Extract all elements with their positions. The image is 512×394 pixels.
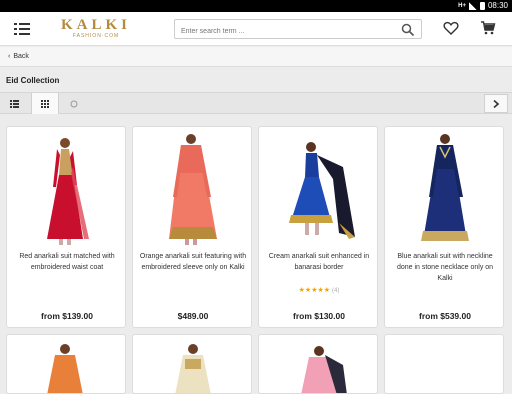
chevron-left-icon: ‹ [8, 53, 11, 60]
next-page-button[interactable] [484, 94, 508, 113]
status-bar: H+ 08:30 [0, 0, 512, 12]
product-image[interactable] [385, 127, 505, 249]
chevron-right-icon [493, 99, 499, 108]
product-image[interactable] [259, 127, 379, 249]
grid-view-button[interactable] [31, 93, 59, 114]
rating-stars-icon: ★★★★★ [298, 287, 331, 294]
product-price: from $139.00 [41, 311, 93, 321]
product-image[interactable] [259, 335, 378, 394]
search-icon[interactable] [401, 23, 415, 37]
product-price: from $539.00 [419, 311, 471, 321]
loading-spinner-icon [60, 93, 88, 114]
view-toolbar [0, 92, 512, 114]
app-bar: KALKI FASHION·COM [0, 12, 512, 46]
product-name[interactable]: Red anarkali suit matched with embroider… [11, 251, 123, 273]
product-card[interactable] [6, 334, 126, 394]
product-image[interactable] [133, 127, 253, 249]
product-card[interactable] [384, 334, 504, 394]
network-type: H+ [458, 2, 466, 9]
product-card[interactable]: Orange anarkali suit featuring with embr… [132, 126, 252, 328]
product-image[interactable] [7, 127, 127, 249]
product-card[interactable] [258, 334, 378, 394]
back-bar: ‹ Back [0, 47, 512, 67]
product-card[interactable] [132, 334, 252, 394]
product-name[interactable]: Cream anarkali suit enhanced in banarasi… [263, 251, 375, 273]
wishlist-heart-icon[interactable] [443, 20, 459, 36]
signal-icon [468, 1, 477, 10]
rating-count: (4) [332, 288, 340, 294]
page-title: Eid Collection [0, 72, 512, 90]
list-view-icon [9, 99, 19, 108]
grid-view-icon [41, 99, 49, 108]
product-price: from $130.00 [293, 311, 345, 321]
list-view-button[interactable] [0, 93, 28, 114]
product-price: $489.00 [177, 311, 209, 321]
product-card[interactable]: Red anarkali suit matched with embroider… [6, 126, 126, 328]
product-card[interactable]: Cream anarkali suit enhanced in banarasi… [258, 126, 378, 328]
search-input[interactable] [175, 22, 395, 41]
battery-icon [479, 1, 485, 10]
menu-icon[interactable] [14, 22, 30, 36]
product-rating: ★★★★★ (4) [259, 286, 379, 294]
back-button[interactable]: ‹ Back [8, 53, 29, 60]
product-image[interactable] [7, 335, 126, 394]
brand-logo[interactable]: KALKI FASHION·COM [56, 17, 136, 39]
cart-icon[interactable] [480, 20, 496, 36]
product-card[interactable]: Blue anarkali suit with neckline done in… [384, 126, 504, 328]
product-name[interactable]: Orange anarkali suit featuring with embr… [137, 251, 249, 273]
product-image[interactable] [133, 335, 252, 394]
clock: 08:30 [487, 1, 508, 10]
search-box [174, 19, 422, 41]
product-name[interactable]: Blue anarkali suit with neckline done in… [389, 251, 501, 284]
